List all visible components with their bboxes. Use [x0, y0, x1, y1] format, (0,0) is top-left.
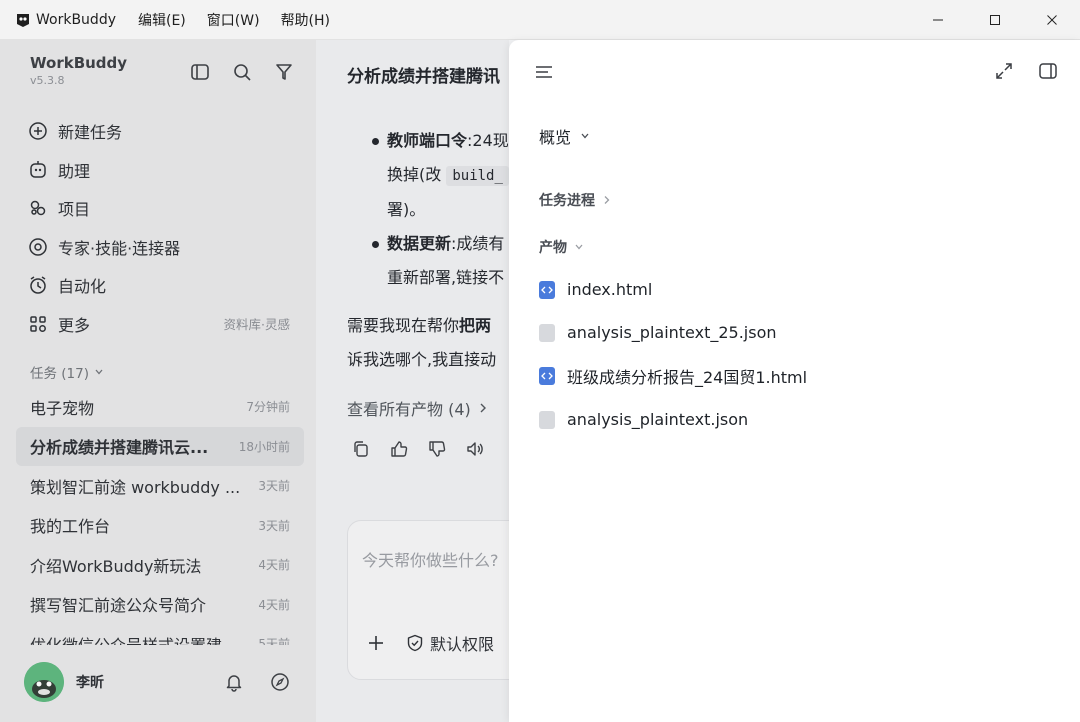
- panel-actions: [994, 61, 1058, 81]
- chevron-right-icon: [604, 196, 610, 204]
- overview-dropdown[interactable]: 概览: [539, 124, 591, 148]
- file-name: index.html: [567, 280, 653, 300]
- chevron-down-icon: [575, 244, 583, 250]
- menu-icon: [536, 66, 552, 78]
- file-item[interactable]: 班级成绩分析报告_24国贸1.html: [539, 355, 1039, 398]
- file-item[interactable]: analysis_plaintext_25.json: [539, 311, 1039, 354]
- title-bar: WorkBuddy 编辑(E) 窗口(W) 帮助(H): [0, 0, 1080, 40]
- task-progress-section[interactable]: 任务进程: [539, 190, 613, 210]
- artifact-panel: 概览 任务进程 产物 index.html analysis_plaintext…: [509, 40, 1080, 722]
- html-file-icon: [539, 367, 555, 386]
- artifact-file-list: index.html analysis_plaintext_25.json 班级…: [539, 268, 1039, 441]
- section-label: 任务进程: [539, 193, 595, 209]
- menu-window[interactable]: 窗口(W): [207, 10, 260, 30]
- close-icon: [1046, 15, 1057, 25]
- html-file-icon: [539, 280, 555, 299]
- file-name: analysis_plaintext.json: [567, 410, 749, 430]
- minimize-icon: [932, 19, 943, 21]
- side-panel-icon[interactable]: [1038, 61, 1058, 81]
- overview-label: 概览: [539, 128, 572, 147]
- menu-edit[interactable]: 编辑(E): [138, 10, 186, 30]
- json-file-icon: [539, 410, 555, 429]
- close-button[interactable]: [1023, 0, 1080, 40]
- panel-menu-button[interactable]: [534, 62, 554, 86]
- workbuddy-logo-icon: [14, 11, 32, 29]
- section-label: 产物: [539, 240, 567, 256]
- window-controls: [909, 0, 1080, 40]
- file-name: analysis_plaintext_25.json: [567, 323, 777, 343]
- chevron-down-icon: [581, 133, 589, 139]
- maximize-icon: [989, 15, 1000, 25]
- dim-overlay[interactable]: [0, 40, 509, 722]
- file-name: 班级成绩分析报告_24国贸1.html: [567, 368, 808, 388]
- file-item[interactable]: analysis_plaintext.json: [539, 398, 1039, 441]
- minimize-button[interactable]: [909, 0, 966, 40]
- maximize-button[interactable]: [966, 0, 1023, 40]
- app-title: WorkBuddy: [36, 11, 116, 28]
- file-item[interactable]: index.html: [539, 268, 1039, 311]
- expand-icon[interactable]: [994, 61, 1014, 81]
- artifacts-section[interactable]: 产物: [539, 237, 585, 257]
- menu-bar: 编辑(E) 窗口(W) 帮助(H): [138, 10, 351, 30]
- json-file-icon: [539, 323, 555, 342]
- menu-help[interactable]: 帮助(H): [281, 10, 330, 30]
